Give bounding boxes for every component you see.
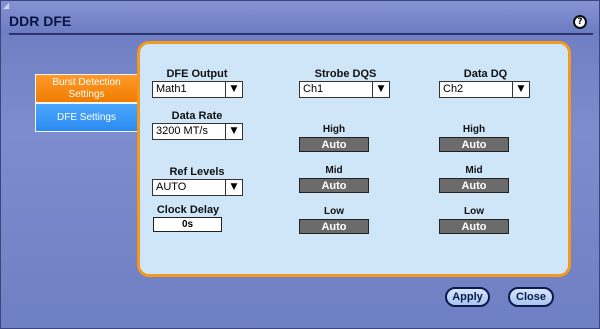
- strobe-low-label: Low: [324, 206, 344, 217]
- strobe-mid-label: Mid: [325, 165, 343, 176]
- data-low-label: Low: [464, 206, 484, 217]
- dfe-output-label: DFE Output: [166, 68, 228, 80]
- resize-grip-icon[interactable]: ◢: [3, 2, 11, 10]
- strobe-dqs-select[interactable]: Ch1 ▼: [299, 81, 390, 98]
- data-mid-value[interactable]: Auto: [439, 178, 509, 193]
- window-title: DDR DFE: [9, 13, 72, 29]
- strobe-mid-value[interactable]: Auto: [299, 178, 369, 193]
- strobe-dqs-value: Ch1: [303, 83, 324, 95]
- data-dq-value: Ch2: [443, 83, 464, 95]
- apply-button[interactable]: Apply: [445, 287, 490, 307]
- close-button[interactable]: Close: [508, 287, 554, 307]
- data-mid-label: Mid: [465, 165, 483, 176]
- dialog-window: ◢ DDR DFE ? Burst Detection Settings DFE…: [0, 0, 600, 329]
- clock-delay-input[interactable]: 0s: [153, 217, 222, 232]
- data-rate-select[interactable]: 3200 MT/s ▼: [152, 123, 243, 140]
- chevron-down-icon[interactable]: ▼: [225, 82, 242, 97]
- data-rate-value: 3200 MT/s: [156, 125, 208, 137]
- ref-levels-select[interactable]: AUTO ▼: [152, 179, 243, 196]
- data-high-label: High: [462, 124, 486, 135]
- tab-burst-detection-settings[interactable]: Burst Detection Settings: [35, 74, 138, 103]
- data-dq-select[interactable]: Ch2 ▼: [439, 81, 530, 98]
- strobe-low-value[interactable]: Auto: [299, 219, 369, 234]
- title-bar[interactable]: ◢ DDR DFE ?: [1, 1, 599, 33]
- clock-delay-label: Clock Delay: [156, 204, 220, 216]
- ref-levels-value: AUTO: [156, 181, 187, 193]
- data-dq-label: Data DQ: [463, 68, 508, 80]
- dfe-output-value: Math1: [156, 83, 187, 95]
- chevron-down-icon[interactable]: ▼: [372, 82, 389, 97]
- tab-label: DFE Settings: [57, 111, 116, 123]
- chevron-down-icon[interactable]: ▼: [512, 82, 529, 97]
- data-low-value[interactable]: Auto: [439, 219, 509, 234]
- chevron-down-icon[interactable]: ▼: [225, 124, 242, 139]
- tab-label: Burst Detection Settings: [52, 76, 121, 100]
- strobe-high-label: High: [322, 124, 346, 135]
- strobe-high-value[interactable]: Auto: [299, 137, 369, 152]
- ref-levels-label: Ref Levels: [169, 166, 225, 178]
- chevron-down-icon[interactable]: ▼: [225, 180, 242, 195]
- data-high-value[interactable]: Auto: [439, 137, 509, 152]
- tab-dfe-settings[interactable]: DFE Settings: [35, 103, 138, 132]
- strobe-dqs-label: Strobe DQS: [314, 68, 377, 80]
- help-icon[interactable]: ?: [573, 15, 587, 29]
- dfe-output-select[interactable]: Math1 ▼: [152, 81, 243, 98]
- title-divider: [9, 33, 593, 35]
- data-rate-label: Data Rate: [171, 110, 223, 122]
